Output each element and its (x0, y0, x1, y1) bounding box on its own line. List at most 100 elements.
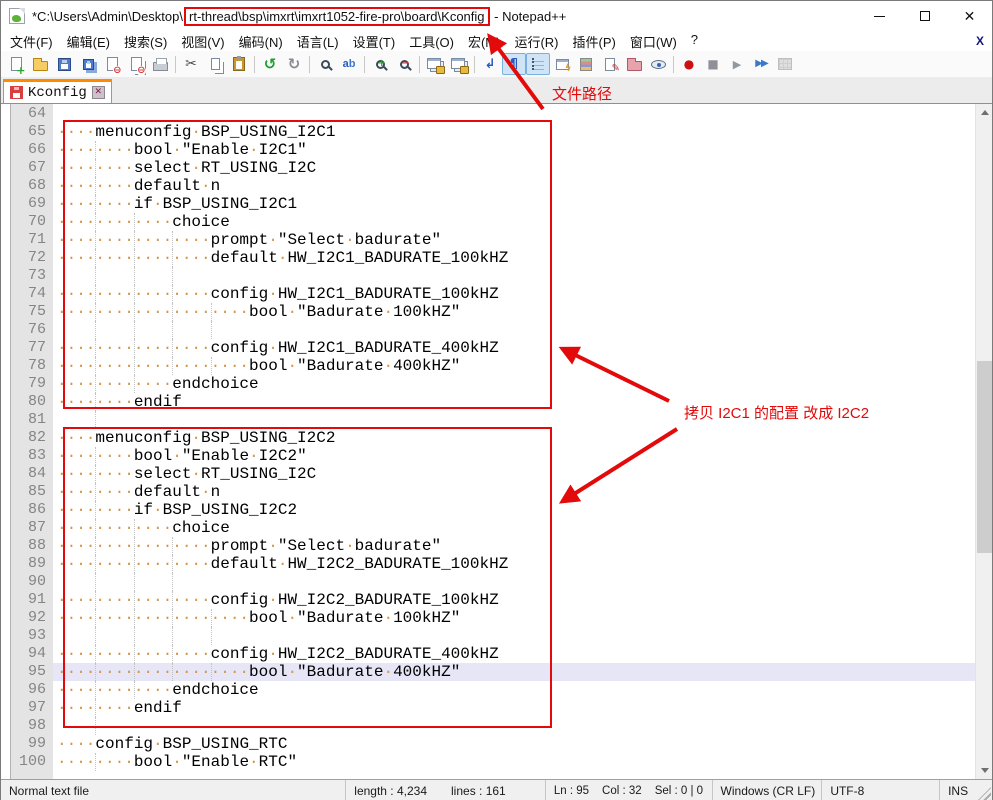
line-text[interactable]: ················config·HW_I2C2_BADURATE_… (53, 591, 975, 609)
code-line-96[interactable]: 96············endchoice (1, 681, 992, 699)
code-line-65[interactable]: 65····menuconfig·BSP_USING_I2C1 (1, 123, 992, 141)
menu-item-2[interactable]: 搜索(S) (117, 31, 174, 52)
code-line-70[interactable]: 70············choice (1, 213, 992, 231)
folder-as-workspace-icon[interactable] (622, 53, 646, 75)
line-text[interactable]: ········select·RT_USING_I2C (53, 159, 975, 177)
code-line-74[interactable]: 74················config·HW_I2C1_BADURAT… (1, 285, 992, 303)
line-text[interactable]: ····················bool·"Badurate·100kH… (53, 609, 975, 627)
copy-icon[interactable] (203, 53, 227, 75)
scroll-up-button[interactable] (976, 104, 993, 121)
bookmark-margin[interactable] (1, 447, 11, 465)
show-indent-guide-icon[interactable] (526, 53, 550, 75)
bookmark-margin[interactable] (1, 267, 11, 285)
bookmark-margin[interactable] (1, 429, 11, 447)
line-text[interactable]: ····················bool·"Badurate·400kH… (53, 663, 975, 681)
line-text[interactable] (53, 267, 975, 285)
line-text[interactable]: ················default·HW_I2C1_BADURATE… (53, 249, 975, 267)
bookmark-margin[interactable] (1, 465, 11, 483)
vertical-scrollbar[interactable] (975, 104, 992, 779)
macro-play-icon[interactable]: ▶ (725, 53, 749, 75)
menu-item-7[interactable]: 工具(O) (402, 31, 461, 52)
line-text[interactable]: ················config·HW_I2C2_BADURATE_… (53, 645, 975, 663)
bookmark-margin[interactable] (1, 285, 11, 303)
bookmark-margin[interactable] (1, 573, 11, 591)
tab-kconfig[interactable]: Kconfig ✕ (3, 79, 112, 103)
show-all-characters-icon[interactable]: ¶ (502, 53, 526, 75)
menu-item-5[interactable]: 语言(L) (290, 31, 346, 52)
code-line-83[interactable]: 83········bool·"Enable·I2C2" (1, 447, 992, 465)
code-line-100[interactable]: 100········bool·"Enable·RTC" (1, 753, 992, 771)
replace-icon[interactable]: ab (337, 53, 361, 75)
paste-icon[interactable] (227, 53, 251, 75)
line-text[interactable]: ········endif (53, 393, 975, 411)
code-line-80[interactable]: 80········endif (1, 393, 992, 411)
bookmark-margin[interactable] (1, 105, 11, 123)
code-line-79[interactable]: 79············endchoice (1, 375, 992, 393)
menu-item-11[interactable]: 窗口(W) (623, 31, 684, 52)
line-text[interactable]: ················prompt·"Select·badurate" (53, 231, 975, 249)
bookmark-margin[interactable] (1, 591, 11, 609)
document-map-icon[interactable] (574, 53, 598, 75)
line-text[interactable]: ············choice (53, 519, 975, 537)
tab-close-icon[interactable]: ✕ (92, 86, 105, 99)
code-line-91[interactable]: 91················config·HW_I2C2_BADURAT… (1, 591, 992, 609)
bookmark-margin[interactable] (1, 141, 11, 159)
redo-icon[interactable]: ↻ (282, 53, 306, 75)
line-text[interactable]: ········default·n (53, 177, 975, 195)
undo-icon[interactable]: ↺ (258, 53, 282, 75)
minimize-button[interactable] (857, 1, 902, 31)
code-line-66[interactable]: 66········bool·"Enable·I2C1" (1, 141, 992, 159)
bookmark-margin[interactable] (1, 231, 11, 249)
code-line-82[interactable]: 82····menuconfig·BSP_USING_I2C2 (1, 429, 992, 447)
bookmark-margin[interactable] (1, 663, 11, 681)
line-text[interactable]: ····················bool·"Badurate·400kH… (53, 357, 975, 375)
line-text[interactable]: ················config·HW_I2C1_BADURATE_… (53, 285, 975, 303)
close-button[interactable]: ✕ (947, 1, 992, 31)
code-line-95[interactable]: 95····················bool·"Badurate·400… (1, 663, 992, 681)
line-text[interactable] (53, 627, 975, 645)
bookmark-margin[interactable] (1, 555, 11, 573)
bookmark-margin[interactable] (1, 627, 11, 645)
cut-icon[interactable]: ✂ (179, 53, 203, 75)
line-text[interactable]: ········default·n (53, 483, 975, 501)
code-line-78[interactable]: 78····················bool·"Badurate·400… (1, 357, 992, 375)
macro-stop-icon[interactable]: ■ (701, 53, 725, 75)
bookmark-margin[interactable] (1, 195, 11, 213)
code-line-98[interactable]: 98 (1, 717, 992, 735)
new-file-icon[interactable] (4, 53, 28, 75)
close-all-icon[interactable] (124, 53, 148, 75)
define-language-icon[interactable] (550, 53, 574, 75)
bookmark-margin[interactable] (1, 357, 11, 375)
bookmark-margin[interactable] (1, 249, 11, 267)
print-icon[interactable] (148, 53, 172, 75)
line-text[interactable]: ········if·BSP_USING_I2C2 (53, 501, 975, 519)
zoom-out-icon[interactable]: − (392, 53, 416, 75)
bookmark-margin[interactable] (1, 717, 11, 735)
menu-item-6[interactable]: 设置(T) (346, 31, 403, 52)
line-text[interactable]: ················config·HW_I2C1_BADURATE_… (53, 339, 975, 357)
line-text[interactable] (53, 105, 975, 123)
code-line-77[interactable]: 77················config·HW_I2C1_BADURAT… (1, 339, 992, 357)
bookmark-margin[interactable] (1, 519, 11, 537)
bookmark-margin[interactable] (1, 501, 11, 519)
code-line-99[interactable]: 99····config·BSP_USING_RTC (1, 735, 992, 753)
line-text[interactable]: ············endchoice (53, 375, 975, 393)
maximize-button[interactable] (902, 1, 947, 31)
bookmark-margin[interactable] (1, 213, 11, 231)
bookmark-margin[interactable] (1, 537, 11, 555)
line-text[interactable]: ········endif (53, 699, 975, 717)
code-line-90[interactable]: 90 (1, 573, 992, 591)
editor[interactable]: 6465····menuconfig·BSP_USING_I2C166·····… (1, 104, 992, 779)
line-text[interactable] (53, 717, 975, 735)
code-line-68[interactable]: 68········default·n (1, 177, 992, 195)
line-text[interactable]: ········bool·"Enable·I2C2" (53, 447, 975, 465)
code-line-67[interactable]: 67········select·RT_USING_I2C (1, 159, 992, 177)
bookmark-margin[interactable] (1, 645, 11, 663)
line-text[interactable]: ········bool·"Enable·I2C1" (53, 141, 975, 159)
line-text[interactable]: ············choice (53, 213, 975, 231)
code-line-75[interactable]: 75····················bool·"Badurate·100… (1, 303, 992, 321)
menu-item-0[interactable]: 文件(F) (3, 31, 60, 52)
line-text[interactable]: ········select·RT_USING_I2C (53, 465, 975, 483)
code-line-84[interactable]: 84········select·RT_USING_I2C (1, 465, 992, 483)
line-text[interactable]: ················prompt·"Select·badurate" (53, 537, 975, 555)
